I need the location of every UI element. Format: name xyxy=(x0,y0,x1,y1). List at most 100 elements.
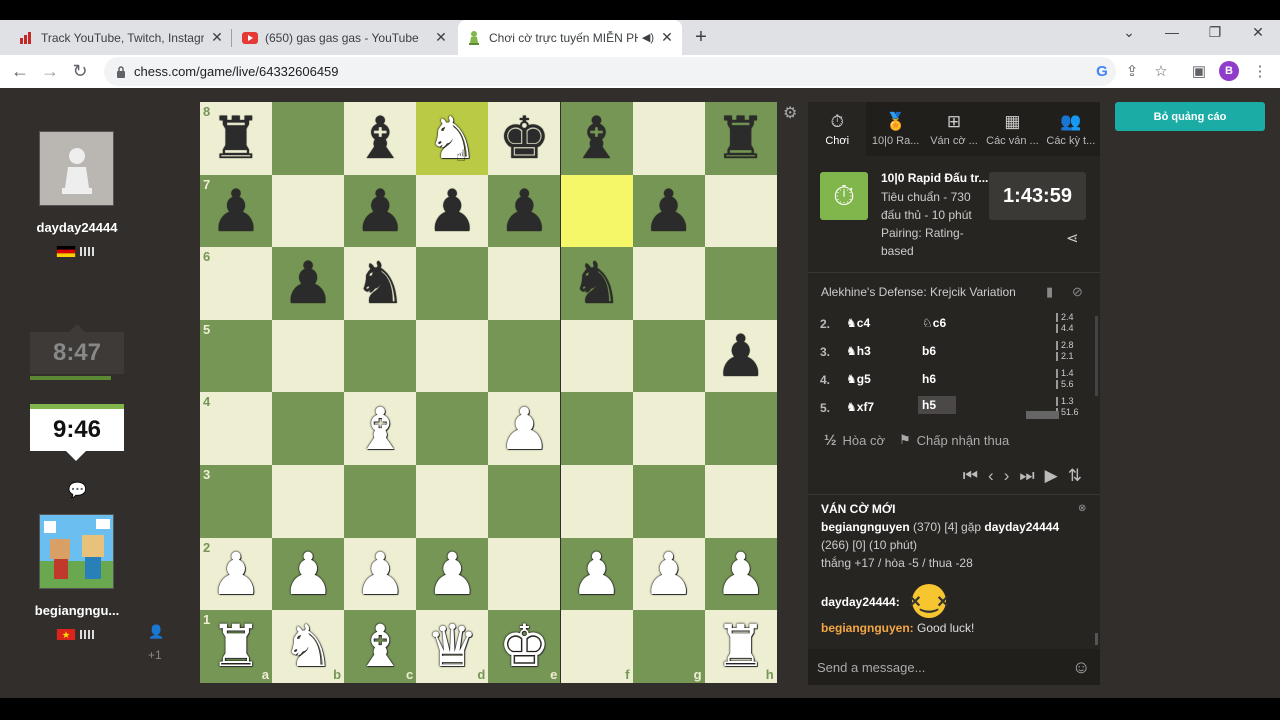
chat-user2[interactable]: dayday24444 xyxy=(984,520,1059,534)
book-icon[interactable]: ▮ xyxy=(1046,284,1053,300)
tab-new-game[interactable]: ⊞ Ván cờ ... xyxy=(925,102,983,156)
menu-dots-icon[interactable]: ⋮ xyxy=(1250,61,1270,81)
last-move-icon[interactable]: ⏭ xyxy=(1019,466,1034,486)
square-b6[interactable]: ♟ xyxy=(272,247,345,320)
black-move[interactable]: b6 xyxy=(922,344,936,358)
chat-input[interactable]: Send a message... ☺ xyxy=(808,649,1100,685)
square-b7[interactable] xyxy=(272,174,345,248)
close-tab-icon[interactable]: ✕ xyxy=(434,29,448,46)
first-move-icon[interactable]: ⏮ xyxy=(963,466,978,486)
white-move[interactable]: ♞g5 xyxy=(846,372,871,386)
square-f3[interactable] xyxy=(560,465,633,538)
tab-games[interactable]: ▦ Các ván ... xyxy=(983,102,1041,156)
black-rook-icon[interactable]: ♜ xyxy=(715,109,767,167)
play-icon[interactable]: ▶ xyxy=(1045,466,1058,486)
white-rook-icon[interactable]: ♜ xyxy=(715,617,767,675)
square-c3[interactable] xyxy=(344,465,417,538)
restore-icon[interactable]: ❐ xyxy=(1201,24,1229,41)
black-king-icon[interactable]: ♚ xyxy=(498,109,550,167)
square-e4[interactable]: ♟ xyxy=(488,392,561,465)
draw-button[interactable]: ½ Hòa cờ xyxy=(824,432,885,449)
forward-icon[interactable]: → xyxy=(39,60,61,82)
black-pawn-icon[interactable]: ♟ xyxy=(715,327,767,385)
white-knight-icon[interactable]: ♞ xyxy=(426,109,478,167)
square-a4[interactable]: 4 xyxy=(200,392,272,465)
remove-ads-button[interactable]: Bỏ quảng cáo xyxy=(1115,102,1265,131)
square-h8[interactable]: ♜ xyxy=(704,102,777,175)
white-move[interactable]: ♞c4 xyxy=(846,316,870,330)
black-pawn-icon[interactable]: ♟ xyxy=(426,182,478,240)
white-pawn-icon[interactable]: ♟ xyxy=(354,545,406,603)
white-pawn-icon[interactable]: ♟ xyxy=(282,545,334,603)
square-c2[interactable]: ♟ xyxy=(344,537,417,611)
square-d7[interactable]: ♟ xyxy=(416,174,489,248)
white-bishop-icon[interactable]: ♝ xyxy=(354,400,406,458)
square-h4[interactable] xyxy=(704,392,777,465)
chess-board[interactable]: 8 ♜ ♝ ♞ ♚ ♝ ♜ 7 ♟ ♟ ♟ ♟ ♟ 6 ♟ ♞ ♞ 5 ♟ 4 ♝ ♟ 3 2 ♟ ♟ ♟ ♟ ♟ ♟ ♟ 1 a ♜ b ♞ c ♝ d ♛… xyxy=(200,102,777,683)
square-c7[interactable]: ♟ xyxy=(344,174,417,248)
square-g2[interactable]: ♟ xyxy=(632,537,705,611)
square-c1[interactable]: c ♝ xyxy=(344,610,417,683)
minimize-icon[interactable]: — xyxy=(1158,24,1186,40)
square-d5[interactable] xyxy=(416,319,489,393)
bookmark-star-icon[interactable]: ☆ xyxy=(1151,61,1171,81)
back-icon[interactable]: ← xyxy=(9,60,31,82)
black-pawn-icon[interactable]: ♟ xyxy=(498,182,550,240)
black-move[interactable]: h5 xyxy=(918,396,956,414)
square-g4[interactable] xyxy=(632,392,705,465)
white-move[interactable]: ♞xf7 xyxy=(846,400,874,414)
chat-user1[interactable]: begiangnguyen xyxy=(821,520,910,534)
square-d2[interactable]: ♟ xyxy=(416,537,489,611)
square-e2[interactable] xyxy=(488,537,561,611)
square-f8[interactable]: ♝ xyxy=(560,102,633,175)
lock-icon[interactable] xyxy=(114,65,128,79)
square-a7[interactable]: 7 ♟ xyxy=(200,174,272,248)
tab-chess[interactable]: Chơi cờ trực tuyến MIỄN PHÍ ◀) ✕ xyxy=(458,20,682,55)
square-d1[interactable]: d ♛ xyxy=(416,610,489,683)
square-h3[interactable] xyxy=(704,465,777,538)
white-pawn-icon[interactable]: ♟ xyxy=(571,545,623,603)
tab-youtube[interactable]: (650) gas gas gas - YouTube ✕ xyxy=(234,20,456,55)
next-move-icon[interactable]: › xyxy=(1004,466,1010,486)
opponent-avatar[interactable] xyxy=(39,131,114,206)
tab-search-icon[interactable]: ⌄ xyxy=(1115,24,1143,41)
new-tab-button[interactable]: + xyxy=(690,26,712,49)
white-pawn-icon[interactable]: ♟ xyxy=(426,545,478,603)
square-a8[interactable]: 8 ♜ xyxy=(200,102,272,175)
black-rook-icon[interactable]: ♜ xyxy=(210,109,262,167)
square-f5[interactable] xyxy=(560,319,633,393)
black-pawn-icon[interactable]: ♟ xyxy=(643,182,695,240)
black-move[interactable]: ♘c6 xyxy=(922,316,946,330)
white-pawn-icon[interactable]: ♟ xyxy=(715,545,767,603)
square-c4[interactable]: ♝ xyxy=(344,392,417,465)
square-g7[interactable]: ♟ xyxy=(632,174,705,248)
square-g6[interactable] xyxy=(632,247,705,320)
square-c8[interactable]: ♝ xyxy=(344,102,417,175)
url-text[interactable]: chess.com/game/live/64332606459 xyxy=(134,64,339,79)
black-knight-icon[interactable]: ♞ xyxy=(571,254,623,312)
share-icon[interactable]: ⋖ xyxy=(1066,229,1079,247)
profile-avatar[interactable]: B xyxy=(1219,61,1239,81)
square-a3[interactable]: 3 xyxy=(200,465,272,538)
square-f6[interactable]: ♞ xyxy=(560,247,633,320)
square-f1[interactable]: f xyxy=(560,610,633,683)
white-pawn-icon[interactable]: ♟ xyxy=(210,545,262,603)
square-c5[interactable] xyxy=(344,319,417,393)
player-name[interactable]: begiangngu... xyxy=(26,603,128,618)
square-d6[interactable] xyxy=(416,247,489,320)
square-g1[interactable]: g xyxy=(632,610,705,683)
white-pawn-icon[interactable]: ♟ xyxy=(498,400,550,458)
square-d3[interactable] xyxy=(416,465,489,538)
chat-input-placeholder[interactable]: Send a message... xyxy=(817,660,925,675)
black-pawn-icon[interactable]: ♟ xyxy=(282,254,334,312)
close-tab-icon[interactable]: ✕ xyxy=(660,29,674,46)
opponent-name[interactable]: dayday24444 xyxy=(26,220,128,235)
previous-move-icon[interactable]: ‹ xyxy=(988,466,994,486)
close-window-icon[interactable]: ✕ xyxy=(1244,24,1272,41)
google-icon[interactable]: G xyxy=(1092,61,1112,81)
square-b3[interactable] xyxy=(272,465,345,538)
spectator-icon[interactable]: 👤 xyxy=(148,624,164,640)
square-h5[interactable]: ♟ xyxy=(704,319,777,393)
opening-name[interactable]: Alekhine's Defense: Krejcik Variation xyxy=(821,285,1016,299)
resign-button[interactable]: ⚑ Chấp nhận thua xyxy=(899,432,1009,448)
